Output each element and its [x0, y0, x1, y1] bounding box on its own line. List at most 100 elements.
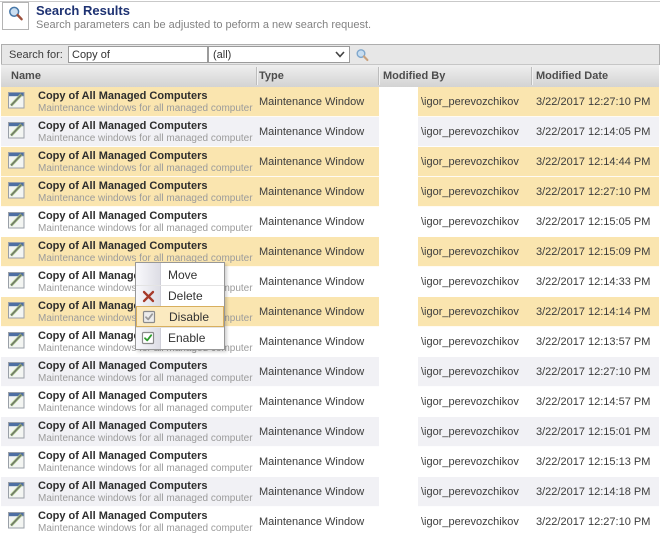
table-row[interactable]: Copy of All Managed Computers Maintenanc… — [1, 177, 659, 207]
search-submit-button[interactable] — [354, 47, 370, 63]
row-modified-date: 3/22/2017 12:14:33 PM — [536, 276, 651, 288]
row-modified-date: 3/22/2017 12:13:57 PM — [536, 336, 651, 348]
column-divider — [531, 67, 532, 85]
table-row[interactable]: Copy of All Managed Computers Maintenanc… — [1, 237, 659, 267]
table-row[interactable]: Copy of All Managed Computers Maintenanc… — [1, 147, 659, 177]
maintenance-window-icon — [8, 152, 25, 169]
row-type: Maintenance Window — [259, 126, 365, 138]
row-modified-by: \igor_perevozchikov — [421, 366, 519, 378]
row-modified-date: 3/22/2017 12:27:10 PM — [536, 366, 651, 378]
chevron-down-icon — [335, 51, 345, 58]
table-row[interactable]: Copy of All Managed Computers Maintenanc… — [1, 87, 659, 117]
table-row[interactable]: Copy of All Managed Computers Maintenanc… — [1, 117, 659, 147]
row-type: Maintenance Window — [259, 276, 365, 288]
row-name-block: Copy of All Managed Computers Maintenanc… — [38, 149, 253, 175]
maintenance-window-icon — [8, 212, 25, 229]
table-row[interactable]: Copy of All Managed Computers Maintenanc… — [1, 357, 659, 387]
row-modified-date: 3/22/2017 12:27:10 PM — [536, 96, 651, 108]
maintenance-window-icon — [8, 482, 25, 499]
row-modified-by: \igor_perevozchikov — [421, 186, 519, 198]
row-type: Maintenance Window — [259, 96, 365, 108]
search-input[interactable] — [68, 46, 208, 63]
row-title: Copy of All Managed Computers — [38, 390, 208, 402]
column-header-modified-date[interactable]: Modified Date — [536, 65, 608, 87]
context-menu-item[interactable]: Disable — [136, 306, 224, 327]
row-modified-by: \igor_perevozchikov — [421, 306, 519, 318]
row-title: Copy of All Managed Computers — [38, 210, 208, 222]
row-name-block: Copy of All Managed Computers Maintenanc… — [38, 479, 253, 505]
menu-item-icon-cell — [136, 290, 160, 303]
row-type: Maintenance Window — [259, 396, 365, 408]
row-modified-by: \igor_perevozchikov — [421, 216, 519, 228]
row-modified-date: 3/22/2017 12:27:10 PM — [536, 516, 651, 528]
row-modified-date: 3/22/2017 12:15:09 PM — [536, 246, 651, 258]
row-type: Maintenance Window — [259, 336, 365, 348]
row-name-block: Copy of All Managed Computers Maintenanc… — [38, 389, 253, 415]
row-name-block: Copy of All Managed Computers Maintenanc… — [38, 359, 253, 385]
table-row[interactable]: Copy of All Managed Computers Maintenanc… — [1, 327, 659, 357]
row-description: Maintenance windows for all managed comp… — [38, 103, 253, 114]
row-modified-date: 3/22/2017 12:27:10 PM — [536, 186, 651, 198]
filter-selected-value: (all) — [213, 48, 232, 61]
row-name-block: Copy of All Managed Computers Maintenanc… — [38, 419, 253, 445]
maintenance-window-icon — [8, 122, 25, 139]
column-header-name[interactable]: Name — [11, 65, 41, 87]
maintenance-window-icon — [8, 512, 25, 529]
column-header-modified-by[interactable]: Modified By — [383, 65, 445, 87]
row-title: Copy of All Managed Computers — [38, 240, 208, 252]
table-row[interactable]: Copy of All Managed Computers Maintenanc… — [1, 207, 659, 237]
context-menu-item[interactable]: Delete — [136, 285, 224, 306]
table-row[interactable]: Copy of All Managed Computers Maintenanc… — [1, 447, 659, 477]
row-title: Copy of All Managed Computers — [38, 120, 208, 132]
table-row[interactable]: Copy of All Managed Computers Maintenanc… — [1, 267, 659, 297]
row-modified-date: 3/22/2017 12:14:05 PM — [536, 126, 651, 138]
row-title: Copy of All Managed Computers — [38, 450, 208, 462]
table-row[interactable]: Copy of All Managed Computers Maintenanc… — [1, 387, 659, 417]
row-type: Maintenance Window — [259, 486, 365, 498]
row-description: Maintenance windows for all managed comp… — [38, 433, 253, 444]
row-type: Maintenance Window — [259, 156, 365, 168]
maintenance-window-icon — [8, 392, 25, 409]
row-modified-by: \igor_perevozchikov — [421, 396, 519, 408]
row-title: Copy of All Managed Computers — [38, 420, 208, 432]
row-title: Copy of All Managed Computers — [38, 150, 208, 162]
row-description: Maintenance windows for all managed comp… — [38, 373, 253, 384]
filter-dropdown[interactable]: (all) — [208, 46, 350, 63]
row-modified-by: \igor_perevozchikov — [421, 276, 519, 288]
row-description: Maintenance windows for all managed comp… — [38, 163, 253, 174]
row-modified-by: \igor_perevozchikov — [421, 426, 519, 438]
context-menu: Move Delete Disable Enable — [135, 262, 225, 350]
search-icon — [356, 48, 368, 61]
row-name-block: Copy of All Managed Computers Maintenanc… — [38, 509, 253, 535]
menu-item-label: Move — [168, 267, 198, 282]
table-row[interactable]: Copy of All Managed Computers Maintenanc… — [1, 477, 659, 507]
row-description: Maintenance windows for all managed comp… — [38, 133, 253, 144]
row-type: Maintenance Window — [259, 456, 365, 468]
row-modified-date: 3/22/2017 12:15:13 PM — [536, 456, 651, 468]
page-icon-box — [2, 2, 29, 30]
row-description: Maintenance windows for all managed comp… — [38, 523, 253, 534]
table-row[interactable]: Copy of All Managed Computers Maintenanc… — [1, 417, 659, 447]
maintenance-window-icon — [8, 332, 25, 349]
table-row[interactable]: Copy of All Managed Computers Maintenanc… — [1, 507, 659, 537]
row-name-block: Copy of All Managed Computers Maintenanc… — [38, 119, 253, 145]
search-results-page: Search Results Search parameters can be … — [0, 0, 660, 537]
page-top-divider — [0, 1, 660, 2]
maintenance-window-icon — [8, 92, 25, 109]
context-menu-item[interactable]: Move — [136, 264, 224, 285]
column-header-type[interactable]: Type — [259, 65, 284, 87]
row-type: Maintenance Window — [259, 426, 365, 438]
row-modified-date: 3/22/2017 12:15:01 PM — [536, 426, 651, 438]
row-modified-date: 3/22/2017 12:14:44 PM — [536, 156, 651, 168]
menu-item-icon-cell — [136, 331, 160, 345]
row-type: Maintenance Window — [259, 306, 365, 318]
disable-icon — [142, 310, 156, 323]
column-divider — [256, 67, 257, 85]
delete-icon — [142, 290, 154, 302]
maintenance-window-icon — [8, 272, 25, 289]
row-description: Maintenance windows for all managed comp… — [38, 493, 253, 504]
table-row[interactable]: Copy of All Managed Computers Maintenanc… — [1, 297, 659, 327]
context-menu-item[interactable]: Enable — [136, 327, 224, 348]
row-modified-date: 3/22/2017 12:14:14 PM — [536, 306, 651, 318]
row-description: Maintenance windows for all managed comp… — [38, 403, 253, 414]
